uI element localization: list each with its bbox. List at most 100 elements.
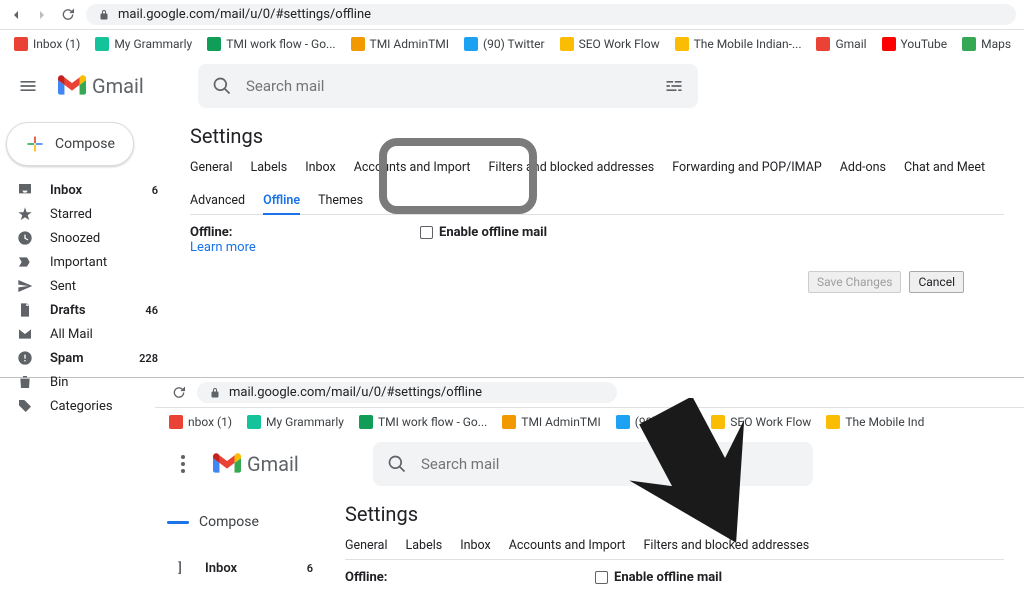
bookmark-item[interactable]: TMI AdminTMI (496, 413, 605, 431)
bookmark-item[interactable]: TMI work flow - Go... (201, 35, 340, 53)
main-menu-button[interactable] (8, 66, 48, 106)
sheets-icon (358, 414, 374, 430)
bookmark-label: SEO Work Flow (579, 37, 660, 51)
sidebar-item-label: Spam (50, 351, 123, 366)
tab-advanced[interactable]: Advanced (190, 193, 245, 208)
enable-offline-checkbox[interactable] (420, 226, 433, 239)
url-text-b: mail.google.com/mail/u/0/#settings/offli… (229, 385, 482, 400)
bookmark-item[interactable]: nbox (1) (163, 413, 237, 431)
compose-button-b[interactable]: Compose (161, 500, 277, 544)
star-icon (16, 205, 34, 223)
bookmark-item[interactable]: Maps (956, 35, 1016, 53)
sidebar-item-count: 46 (145, 304, 158, 317)
bookmark-item[interactable]: heatmap (1020, 35, 1024, 53)
gmail-logo[interactable]: Gmail (58, 74, 188, 98)
tab-filters-and-blocked-addresses[interactable]: Filters and blocked addresses (489, 160, 655, 175)
tab-labels-b[interactable]: Labels (406, 538, 443, 553)
gmail-logo-b[interactable]: Gmail (213, 452, 363, 476)
bookmark-item[interactable]: The Mobile Indian-... (669, 35, 807, 53)
cancel-button[interactable]: Cancel (909, 271, 964, 293)
compose-label: Compose (55, 136, 115, 152)
app-icon (350, 36, 366, 52)
sidebar-item-snoozed[interactable]: Snoozed (0, 226, 170, 250)
sidebar-item-count: 6 (152, 184, 158, 197)
bookmark-label: The Mobile Ind (845, 415, 924, 429)
tab-add-ons[interactable]: Add-ons (840, 160, 886, 175)
sheets-icon (206, 36, 222, 52)
sidebar-item-count: 6 (307, 562, 313, 575)
tab-labels[interactable]: Labels (251, 160, 288, 175)
search-input[interactable] (246, 77, 650, 95)
tab-general[interactable]: General (190, 160, 233, 175)
sidebar-item-spam[interactable]: Spam228 (0, 346, 170, 370)
tab-chat-and-meet[interactable]: Chat and Meet (904, 160, 985, 175)
reload-button-b[interactable] (171, 385, 187, 401)
bookmark-item[interactable]: (90) Twitter (458, 35, 550, 53)
bookmark-item[interactable]: SEO Work Flow (554, 35, 665, 53)
maps-icon (961, 36, 977, 52)
main-menu-button-b[interactable] (163, 444, 203, 484)
enable-offline-checkbox-b[interactable] (595, 571, 608, 584)
app-icon (501, 414, 517, 430)
sidebar-item-label: Starred (50, 207, 142, 222)
tab-themes[interactable]: Themes (318, 193, 363, 208)
gmail-icon (815, 36, 831, 52)
settings-title: Settings (190, 124, 1004, 148)
reload-button[interactable] (60, 7, 76, 23)
tab-offline[interactable]: Offline (263, 193, 300, 215)
gmail-m-icon-b (213, 453, 241, 475)
url-text: mail.google.com/mail/u/0/#settings/offli… (118, 7, 371, 22)
gmail-icon (13, 36, 29, 52)
sidebar-item-label: Inbox (205, 561, 291, 576)
bookmark-item[interactable]: The Mobile Ind (820, 413, 929, 431)
drive-icon (825, 414, 841, 430)
tab-inbox[interactable]: Inbox (305, 160, 336, 175)
sidebar-item-all-mail[interactable]: All Mail (0, 322, 170, 346)
sidebar-item-starred[interactable]: Starred (0, 202, 170, 226)
learn-more-link[interactable]: Learn more (190, 240, 256, 255)
bookmark-item[interactable]: My Grammarly (89, 35, 197, 53)
bookmark-label: The Mobile Indian-... (694, 37, 802, 51)
offline-label-b: Offline: (345, 570, 387, 585)
spam-icon (16, 349, 34, 367)
tab-forwarding-and-pop-imap[interactable]: Forwarding and POP/IMAP (672, 160, 822, 175)
sidebar-item-inbox[interactable]: Inbox6 (0, 178, 170, 202)
back-button[interactable] (8, 7, 24, 23)
gmail-icon (168, 414, 184, 430)
youtube-icon (881, 36, 897, 52)
bookmark-item[interactable]: My Grammarly (241, 413, 349, 431)
tab-accounts-and-import[interactable]: Accounts and Import (354, 160, 471, 175)
bookmark-item[interactable]: Inbox (1) (8, 35, 85, 53)
bookmark-item[interactable]: TMI AdminTMI (345, 35, 454, 53)
address-bar[interactable]: mail.google.com/mail/u/0/#settings/offli… (86, 4, 1016, 25)
search-options-icon[interactable] (664, 76, 684, 96)
tab-accounts-and-import-b[interactable]: Accounts and Import (509, 538, 626, 553)
grammarly-icon (94, 36, 110, 52)
search-box[interactable] (198, 64, 698, 108)
sidebar-item-inbox-b[interactable]: ] Inbox 6 (155, 556, 325, 580)
compose-button[interactable]: Compose (6, 122, 134, 166)
bookmark-label: TMI AdminTMI (521, 415, 600, 429)
sidebar-item-important[interactable]: Important (0, 250, 170, 274)
bookmark-label: Gmail (835, 37, 866, 51)
sidebar-item-drafts[interactable]: Drafts46 (0, 298, 170, 322)
bookmark-item[interactable]: Gmail (810, 35, 871, 53)
browser-toolbar: mail.google.com/mail/u/0/#settings/offli… (0, 0, 1024, 30)
bookmark-label: YouTube (901, 37, 948, 51)
grammarly-icon (246, 414, 262, 430)
forward-button[interactable] (34, 7, 50, 23)
file-icon (16, 301, 34, 319)
search-icon (212, 76, 232, 96)
bookmarks-bar: Inbox (1)My Grammarly TMI work flow - Go.… (0, 30, 1024, 58)
tab-inbox-b[interactable]: Inbox (460, 538, 491, 553)
tab-general-b[interactable]: General (345, 538, 388, 553)
bookmark-label: TMI work flow - Go... (226, 37, 335, 51)
search-icon-b (387, 454, 407, 474)
drive-icon (674, 36, 690, 52)
address-bar-b[interactable]: mail.google.com/mail/u/0/#settings/offli… (197, 382, 617, 403)
bookmark-label: TMI AdminTMI (370, 37, 449, 51)
bookmark-item[interactable]: YouTube (876, 35, 953, 53)
gmail-header: Gmail (0, 58, 1024, 114)
sidebar-item-sent[interactable]: Sent (0, 274, 170, 298)
bookmark-item[interactable]: TMI work flow - Go... (353, 413, 492, 431)
